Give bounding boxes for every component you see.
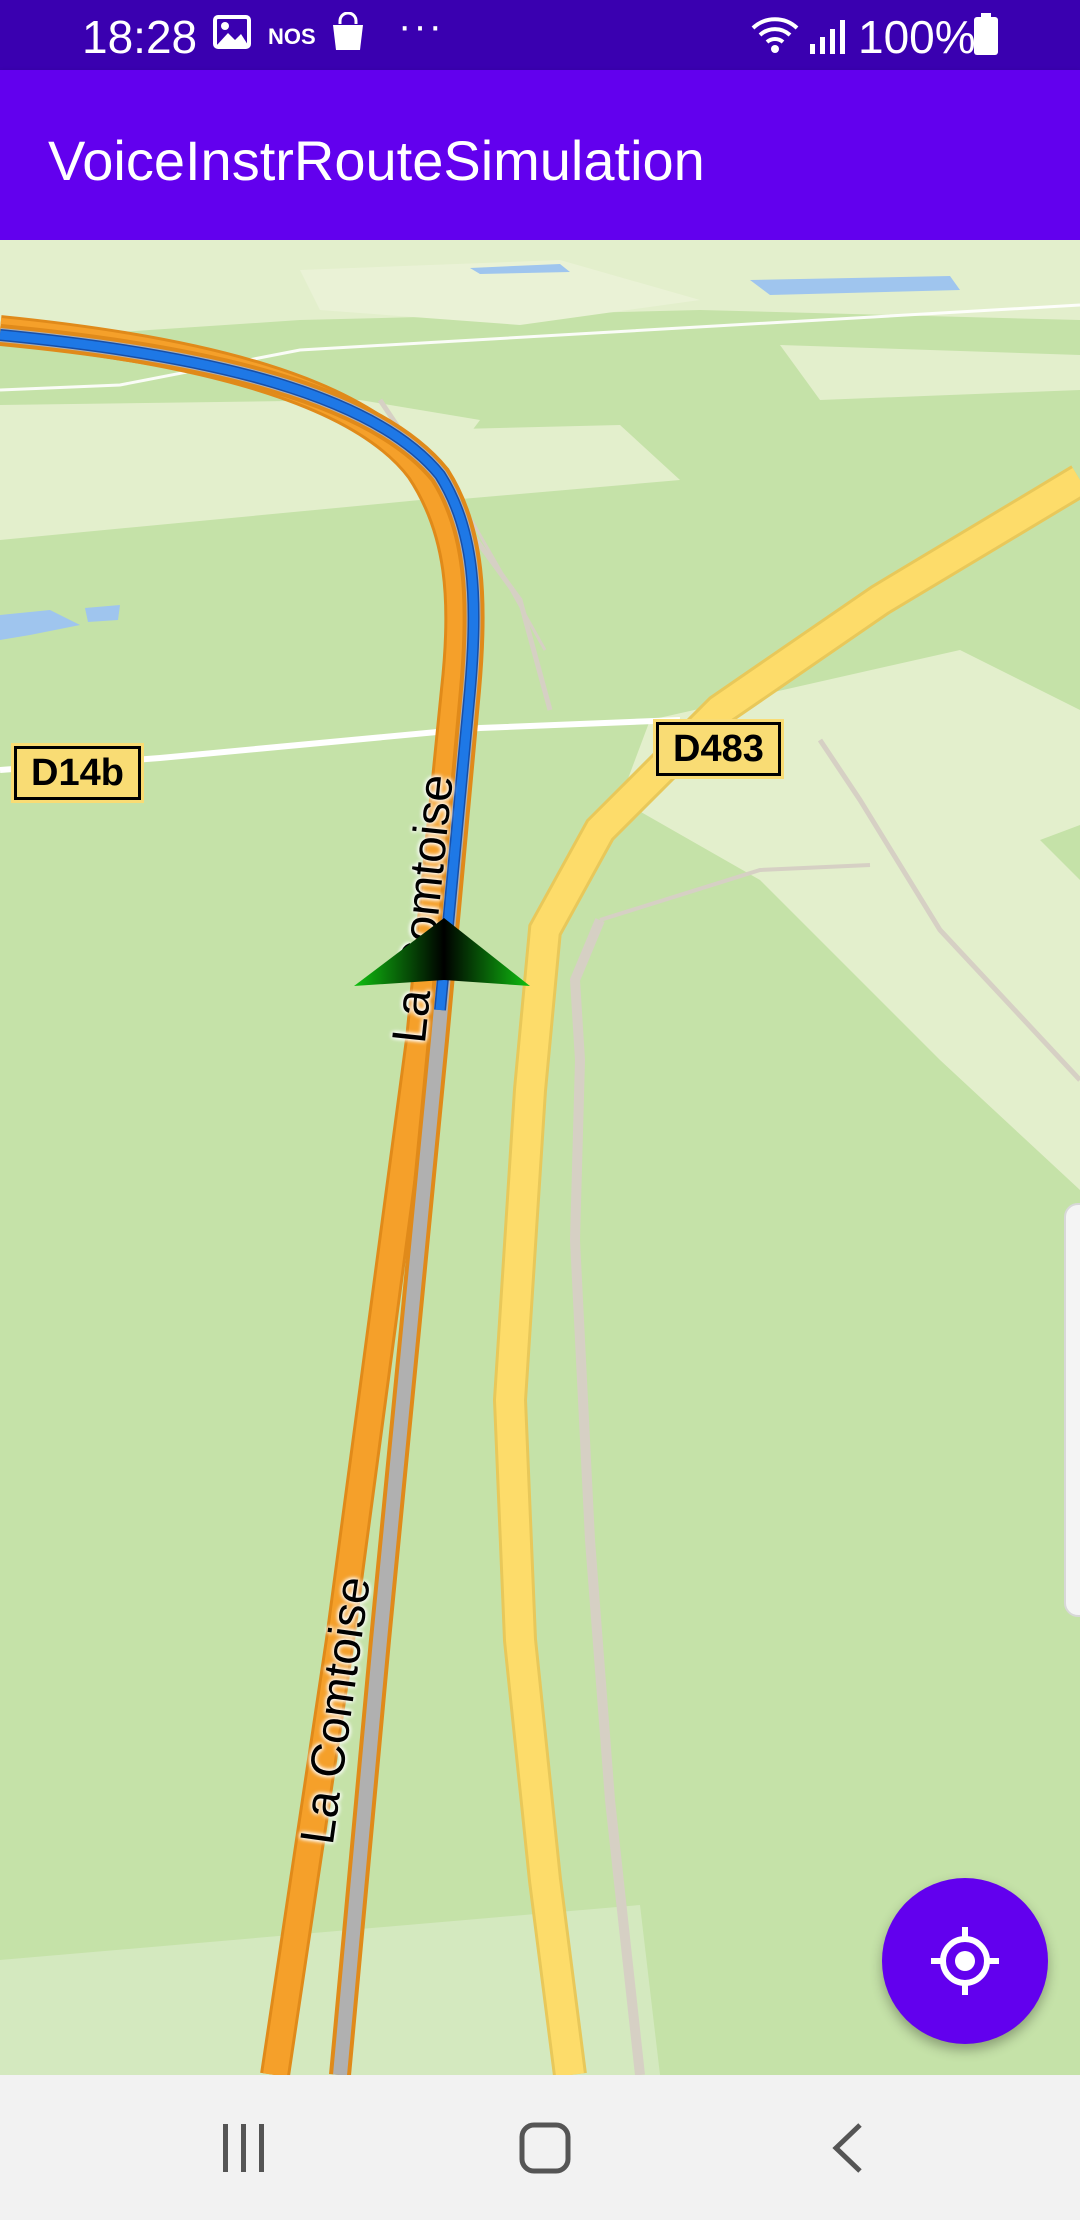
app-bar: VoiceInstrRouteSimulation	[0, 70, 1080, 240]
home-icon	[519, 2122, 571, 2173]
home-button[interactable]	[445, 2075, 645, 2220]
side-panel-handle[interactable]	[1064, 1203, 1080, 1617]
signal-icon	[808, 16, 848, 61]
back-button[interactable]	[748, 2075, 948, 2220]
battery-icon	[972, 12, 1000, 61]
status-time: 18:28	[82, 11, 198, 63]
my-location-icon	[931, 1927, 999, 1995]
wifi-icon	[750, 14, 800, 61]
battery-percent: 100%	[858, 11, 976, 63]
navigation-arrow-icon	[354, 918, 530, 986]
map-view[interactable]: D14b D483 La Comtoise La Comtoise	[0, 240, 1080, 2075]
road-shield-d14b: D14b	[14, 746, 141, 800]
carrier-label: NOS	[268, 24, 316, 49]
gallery-icon	[213, 14, 251, 55]
map-canvas	[0, 240, 1080, 2075]
recent-apps-button[interactable]	[144, 2075, 344, 2220]
status-bar: 18:28 NOS ··· 100%	[0, 0, 1080, 70]
my-location-button[interactable]	[882, 1878, 1048, 2044]
more-notifications-indicator: ···	[398, 4, 444, 48]
shopping-bag-icon	[330, 11, 366, 57]
system-nav-bar	[0, 2075, 1080, 2220]
road-shield-d483: D483	[656, 722, 781, 776]
app-title: VoiceInstrRouteSimulation	[48, 129, 705, 192]
recent-apps-icon	[223, 2123, 264, 2172]
back-icon	[832, 2122, 862, 2173]
